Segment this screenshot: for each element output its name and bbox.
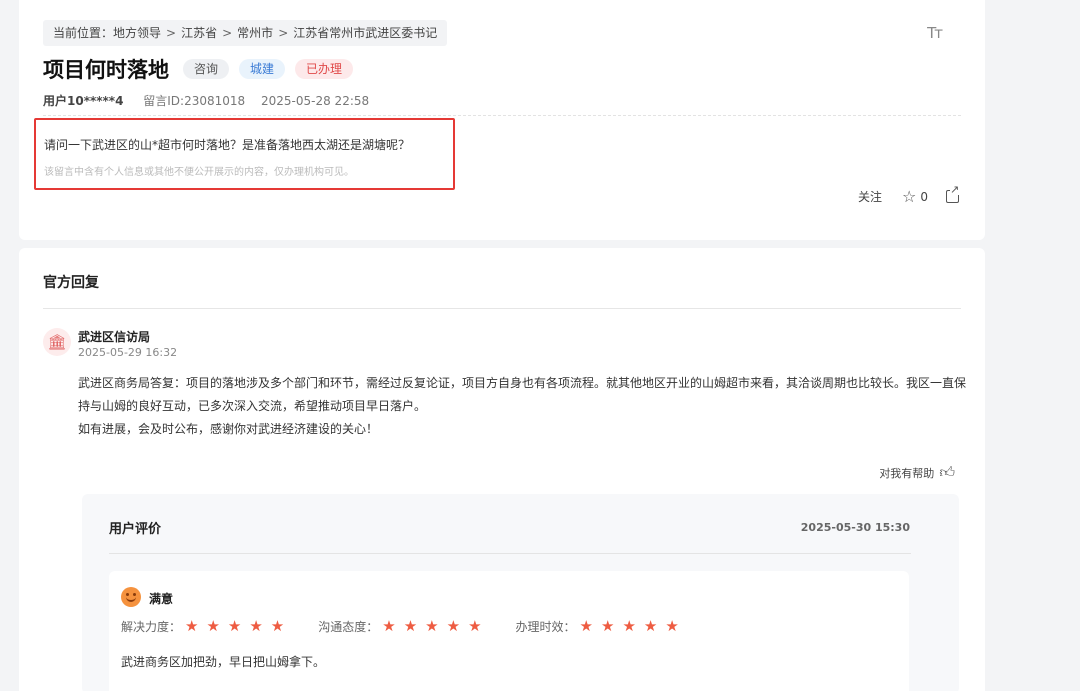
divider	[109, 553, 911, 554]
page-title: 项目何时落地	[43, 58, 169, 82]
evaluation-card: 满意 解决力度： ★★★★★ 沟通态度： ★★★★★ 办理时效： ★★★★★ 武…	[109, 571, 909, 691]
breadcrumb-separator: >	[166, 26, 177, 40]
message-id: 留言ID:23081018	[143, 94, 246, 108]
smile-face-icon	[121, 587, 141, 607]
evaluation-title: 用户评价	[109, 522, 162, 537]
rating-label: 办理时效：	[515, 619, 576, 634]
star-icon[interactable]: ☆	[902, 187, 916, 206]
rating-label: 沟通态度：	[318, 619, 379, 634]
question-card: 当前位置：地方领导 > 江苏省 > 常州市 > 江苏省常州市武进区委书记 Tт 项目何时落地…	[19, 0, 985, 240]
star-count: 0	[920, 189, 928, 204]
evaluation-datetime: 2025-05-30 15:30	[800, 521, 910, 534]
rating-label: 解决力度：	[121, 619, 182, 634]
follow-button[interactable]: 关注	[858, 188, 882, 205]
divider	[43, 115, 961, 116]
star-rating: ★★★★★	[185, 617, 293, 635]
question-datetime: 2025-05-28 22:58	[261, 94, 370, 108]
helpful-button[interactable]: 对我有帮助 👍︎	[879, 463, 955, 482]
government-building-icon: 🏛	[43, 328, 71, 356]
user-id: 用户10*****4	[43, 94, 124, 108]
font-size-icon[interactable]: Tт	[927, 24, 943, 42]
reply-paragraph: 武进区商务局答复：项目的落地涉及多个部门和环节，需经过反复论证，项目方自身也有各…	[78, 376, 967, 413]
title-row: 项目何时落地 咨询 城建 已办理	[43, 54, 354, 84]
breadcrumb-item-city[interactable]: 常州市	[237, 26, 273, 40]
star-rating: ★★★★★	[579, 617, 687, 635]
breadcrumb-item-leaders[interactable]: 地方领导	[113, 26, 161, 40]
privacy-note: 该留言中含有个人信息或其他不便公开展示的内容，仅办理机构可见。	[44, 167, 354, 178]
reply-datetime: 2025-05-29 16:32	[78, 346, 178, 359]
breadcrumb-item-province[interactable]: 江苏省	[181, 26, 217, 40]
reply-section-title: 官方回复	[43, 275, 99, 291]
breadcrumb: 当前位置：地方领导 > 江苏省 > 常州市 > 江苏省常州市武进区委书记	[43, 20, 448, 46]
evaluation-comment: 武进商务区加把劲，早日把山姆拿下。	[121, 655, 326, 669]
thumbs-up-icon[interactable]: 👍︎	[939, 463, 955, 482]
status-badge: 已办理	[295, 59, 354, 79]
star-rating: ★★★★★	[382, 617, 490, 635]
rating-attitude: 沟通态度： ★★★★★	[318, 617, 489, 635]
question-text: 请问一下武进区的山*超市何时落地？是准备落地西太湖还是湖塘呢？	[44, 138, 411, 152]
breadcrumb-prefix: 当前位置：	[53, 26, 114, 40]
satisfaction-result: 满意	[149, 592, 174, 606]
helpful-label: 对我有帮助	[879, 466, 935, 480]
tag-urban-construction: 城建	[239, 59, 286, 79]
share-icon[interactable]	[946, 184, 960, 203]
divider	[43, 308, 961, 309]
breadcrumb-item-secretary[interactable]: 江苏省常州市武进区委书记	[293, 26, 437, 40]
reply-content: 武进区商务局答复：项目的落地涉及多个部门和环节，需经过反复论证，项目方自身也有各…	[78, 372, 968, 441]
rating-timeliness: 办理时效： ★★★★★	[516, 617, 687, 635]
breadcrumb-separator: >	[222, 26, 233, 40]
breadcrumb-separator: >	[278, 26, 289, 40]
org-name: 武进区信访局	[78, 330, 151, 344]
question-meta: 用户10*****4 留言ID:23081018 2025-05-28 22:5…	[43, 92, 369, 109]
question-actions: 关注 ☆ 0	[858, 184, 960, 206]
reply-paragraph: 如有进展，会及时公布，感谢你对武进经济建设的关心！	[78, 422, 379, 436]
tag-consult: 咨询	[183, 59, 230, 79]
question-highlight-box: 请问一下武进区的山*超市何时落地？是准备落地西太湖还是湖塘呢？ 该留言中含有个人…	[34, 118, 455, 190]
reply-card: 官方回复 🏛 武进区信访局 2025-05-29 16:32 武进区商务局答复：…	[19, 248, 985, 691]
rating-resolution: 解决力度： ★★★★★	[121, 617, 292, 635]
ratings-row: 解决力度： ★★★★★ 沟通态度： ★★★★★ 办理时效： ★★★★★	[121, 617, 713, 635]
user-evaluation: 用户评价 2025-05-30 15:30 满意 解决力度： ★★★★★ 沟通态…	[82, 494, 959, 691]
